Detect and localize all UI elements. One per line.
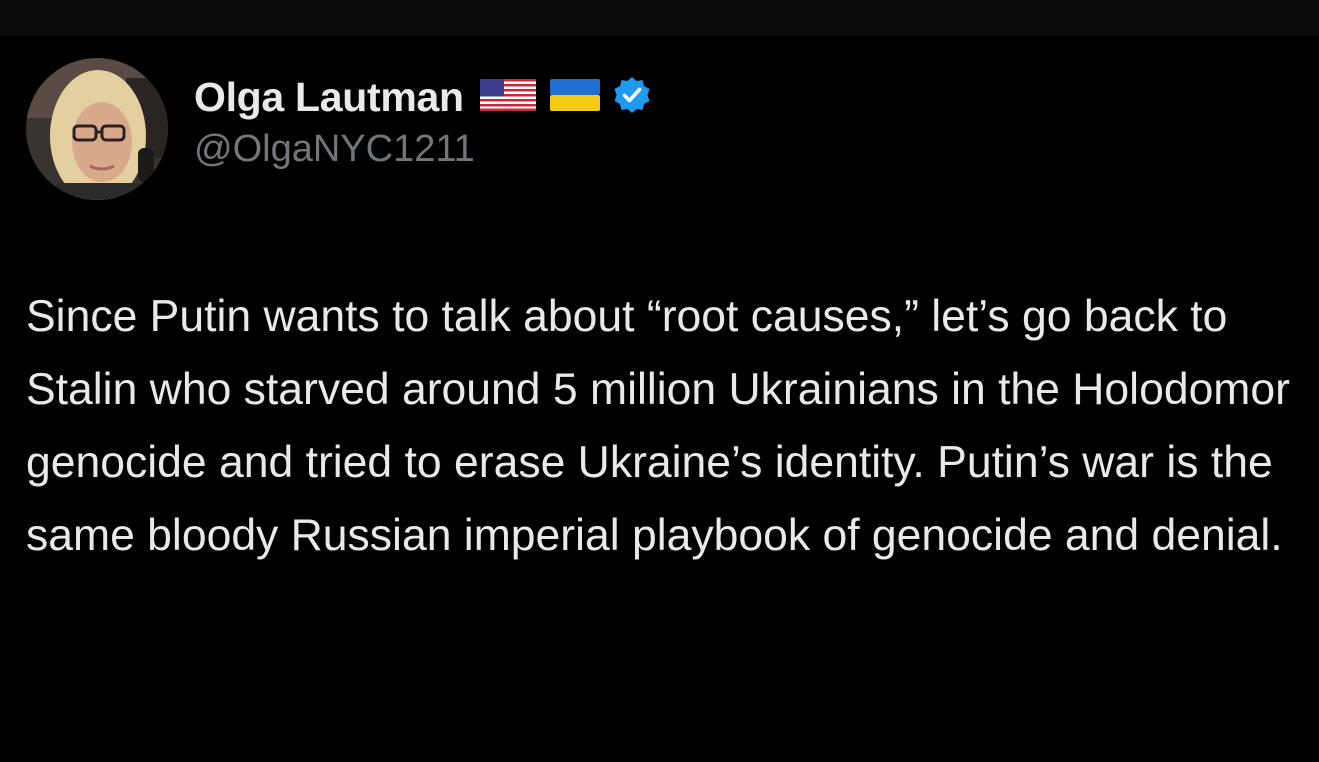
tweet-header: Olga Lautman @OlgaNYC1211 (26, 58, 652, 200)
author-identity: Olga Lautman @OlgaNYC1211 (194, 70, 652, 171)
handle[interactable]: @OlgaNYC1211 (194, 128, 652, 171)
verified-badge-icon (612, 75, 652, 120)
us-flag-icon (479, 79, 536, 116)
tweet-screenshot: Olga Lautman @OlgaNYC1211 Since Putin wa… (0, 0, 1319, 762)
top-bar (0, 0, 1319, 36)
avatar[interactable] (26, 58, 168, 200)
name-row: Olga Lautman (194, 70, 652, 126)
display-name[interactable]: Olga Lautman (194, 74, 464, 121)
tweet-text: Since Putin wants to talk about “root ca… (26, 292, 1290, 560)
ukraine-flag-icon (549, 79, 600, 116)
